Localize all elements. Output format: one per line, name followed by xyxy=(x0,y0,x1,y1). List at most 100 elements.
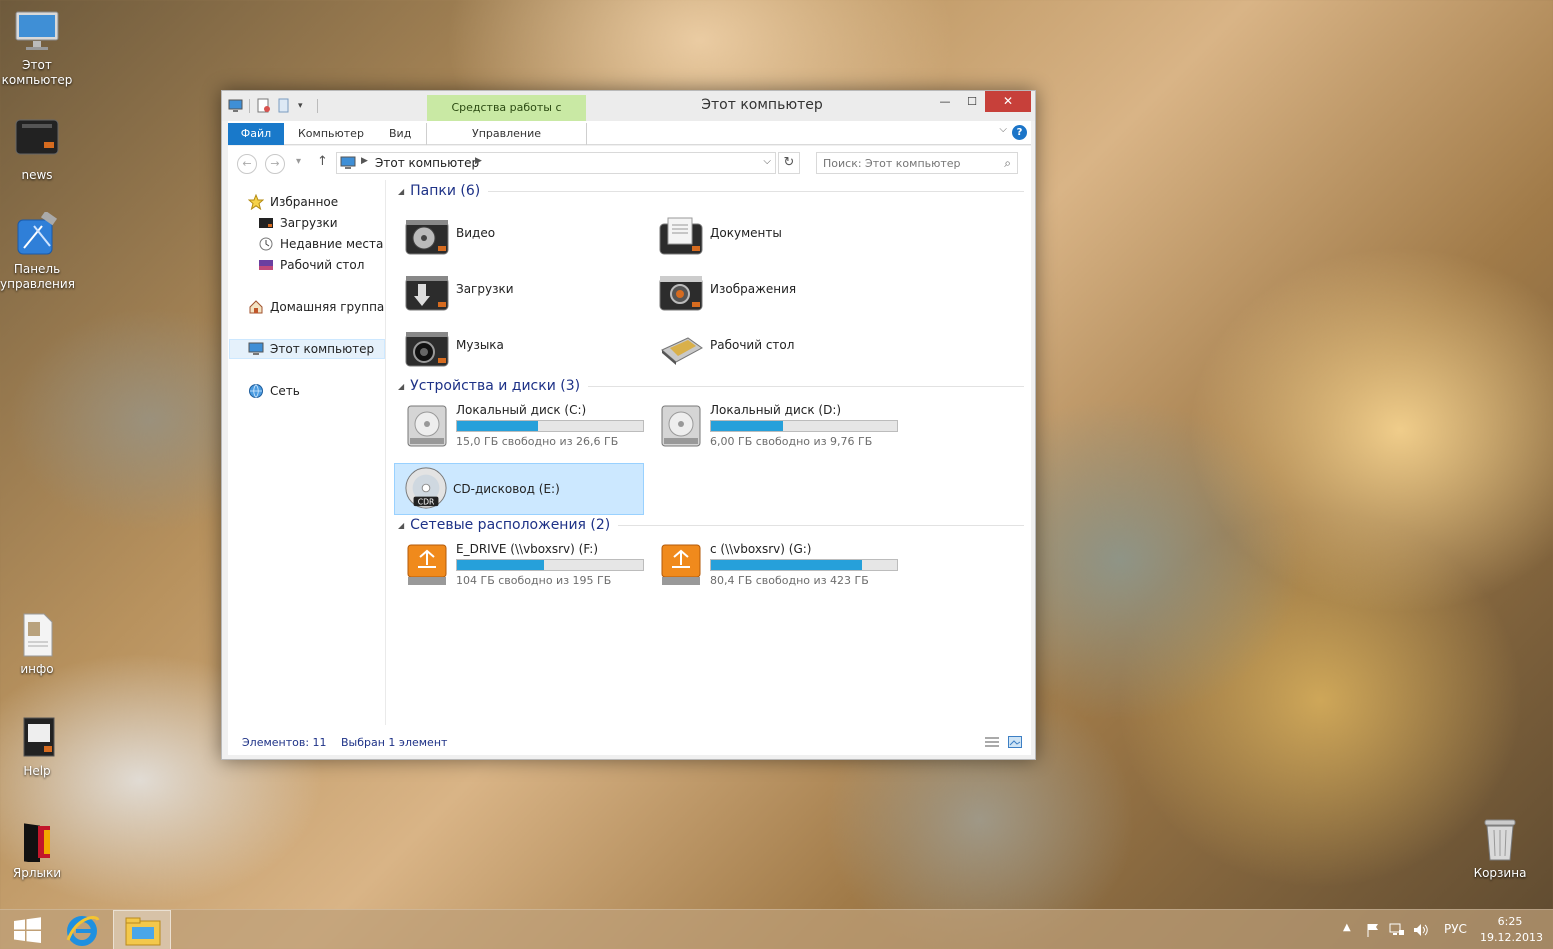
content-area: Избранное Загрузки Недавние места Рабочи… xyxy=(228,180,1031,755)
network-drive-tile-f[interactable]: E_DRIVE (\\vboxsrv) (F:) 104 ГБ свободно… xyxy=(398,539,648,589)
group-title: Сетевые расположения (2) xyxy=(410,517,611,533)
folder-tile-music[interactable]: Музыка xyxy=(398,324,648,374)
desktop-icon-label: Корзина xyxy=(1473,866,1527,880)
details-view-icon[interactable] xyxy=(985,736,999,748)
sidebar-item-homegroup[interactable]: Домашняя группа xyxy=(248,297,384,317)
group-header-devices[interactable]: ◢ Устройства и диски (3) xyxy=(398,375,1024,397)
collapse-triangle-icon[interactable]: ◢ xyxy=(398,187,404,196)
desktop-icon-this-pc[interactable]: Этот компьютер xyxy=(0,8,74,88)
taskbar-internet-explorer[interactable] xyxy=(56,910,112,949)
back-button[interactable]: ← xyxy=(237,154,257,174)
large-icons-view-icon[interactable] xyxy=(1008,736,1022,748)
breadcrumb-this-pc[interactable]: Этот компьютер xyxy=(375,156,479,170)
tab-manage[interactable]: Управление xyxy=(426,123,587,145)
help-icon[interactable]: ? xyxy=(1012,125,1027,140)
volume-icon[interactable] xyxy=(1413,923,1429,937)
properties-icon[interactable] xyxy=(256,98,271,113)
drive-tile-d[interactable]: Локальный диск (D:) 6,00 ГБ свободно из … xyxy=(652,400,902,450)
clock-date: 19.12.2013 xyxy=(1480,931,1543,944)
cd-drive-icon: CDR xyxy=(405,467,447,509)
group-header-folders[interactable]: ◢ Папки (6) xyxy=(398,180,1024,202)
status-bar: Элементов: 11 Выбран 1 элемент xyxy=(228,732,1031,754)
folder-tile-documents[interactable]: Документы xyxy=(652,212,902,262)
desktop-icon-control-panel[interactable]: Панель управления xyxy=(0,210,75,292)
desktop-icon-news[interactable]: news xyxy=(0,118,74,183)
ribbon-tabs: Файл Компьютер Вид Управление ⌵ ? xyxy=(228,121,1031,145)
expand-ribbon-icon[interactable]: ⌵ xyxy=(999,124,1007,135)
folder-tile-desktop[interactable]: Рабочий стол xyxy=(652,324,902,374)
folder-name: Документы xyxy=(710,226,782,240)
sidebar-item-favorites[interactable]: Избранное xyxy=(248,192,338,212)
network-tray-icon[interactable] xyxy=(1389,923,1405,937)
search-input[interactable] xyxy=(823,153,993,173)
close-button[interactable]: ✕ xyxy=(985,91,1031,112)
hard-disk-icon xyxy=(661,405,701,447)
folder-tile-video[interactable]: Видео xyxy=(398,212,648,262)
tab-view[interactable]: Вид xyxy=(377,123,423,145)
group-header-network[interactable]: ◢ Сетевые расположения (2) xyxy=(398,514,1024,536)
collapse-triangle-icon[interactable]: ◢ xyxy=(398,521,404,530)
sidebar-item-label: Загрузки xyxy=(280,216,338,230)
sidebar-item-network[interactable]: Сеть xyxy=(248,381,300,401)
new-folder-icon[interactable] xyxy=(277,98,292,113)
show-hidden-icons-icon[interactable]: ▲ xyxy=(1343,922,1351,933)
folder-tile-pictures[interactable]: Изображения xyxy=(652,268,902,318)
start-button[interactable] xyxy=(0,910,56,949)
input-language-indicator[interactable]: РУС xyxy=(1444,922,1467,936)
address-dropdown-icon[interactable]: ⌵ xyxy=(763,156,771,167)
address-bar[interactable]: ▶ Этот компьютер ▶ ⌵ xyxy=(336,152,776,174)
title-bar[interactable]: ▾ Средства работы с дисками Этот компьют… xyxy=(222,91,1035,140)
refresh-button[interactable]: ↻ xyxy=(778,152,800,174)
sidebar-item-this-pc[interactable]: Этот компьютер xyxy=(229,339,385,359)
minimize-button[interactable]: — xyxy=(931,91,959,112)
search-icon[interactable]: ⌕ xyxy=(1004,156,1011,171)
taskbar-clock[interactable]: 6:25 19.12.2013 xyxy=(1480,914,1543,946)
desktop-icon-help[interactable]: Help xyxy=(0,714,74,779)
taskbar: ▲ РУС 6:25 19.12.2013 xyxy=(0,909,1553,949)
breadcrumb-chevron-icon[interactable]: ▶ xyxy=(475,156,482,166)
sidebar-item-recent-places[interactable]: Недавние места xyxy=(258,234,383,254)
tab-computer[interactable]: Компьютер xyxy=(286,123,376,145)
search-box[interactable]: ⌕ xyxy=(816,152,1018,174)
drive-tile-e[interactable]: CDR CD-дисковод (E:) xyxy=(394,463,644,515)
desktop-icon-shortcuts[interactable]: Ярлыки xyxy=(0,816,74,881)
sidebar-item-label: Этот компьютер xyxy=(270,342,375,356)
desktop-folder-icon xyxy=(661,337,703,365)
folder-icon xyxy=(125,917,161,946)
items-view: ◢ Папки (6) Видео Документы Загрузки Изо… xyxy=(394,180,1028,725)
clock-icon xyxy=(259,237,273,251)
desktop-icon-info[interactable]: инфо xyxy=(0,612,74,677)
breadcrumb-chevron-icon[interactable]: ▶ xyxy=(361,156,368,166)
up-icon[interactable]: ↑ xyxy=(317,154,328,169)
sidebar-item-desktop[interactable]: Рабочий стол xyxy=(258,255,364,275)
maximize-button[interactable]: ☐ xyxy=(958,91,986,112)
folder-name: Изображения xyxy=(710,282,797,296)
drive-tile-c[interactable]: Локальный диск (C:) 15,0 ГБ свободно из … xyxy=(398,400,648,450)
drive-usage-fill xyxy=(457,560,544,570)
star-icon xyxy=(248,194,264,210)
group-divider xyxy=(588,385,1024,387)
drive-usage-fill xyxy=(457,421,539,431)
desktop-icon-recycle-bin[interactable]: Корзина xyxy=(1463,816,1537,881)
taskbar-file-explorer[interactable] xyxy=(113,910,171,949)
recycle-bin-icon xyxy=(1477,816,1523,862)
group-divider xyxy=(488,190,1024,192)
recent-locations-icon[interactable]: ▾ xyxy=(296,156,301,167)
folder-tile-downloads[interactable]: Загрузки xyxy=(398,268,648,318)
collapse-triangle-icon[interactable]: ◢ xyxy=(398,382,404,391)
drive-name: CD-дисковод (E:) xyxy=(453,482,560,496)
video-folder-icon xyxy=(405,220,449,255)
sidebar-item-label: Избранное xyxy=(270,195,339,209)
separator xyxy=(249,98,250,113)
sidebar-item-downloads[interactable]: Загрузки xyxy=(258,213,338,233)
group-divider xyxy=(618,524,1024,526)
folder-name: Музыка xyxy=(456,338,504,352)
clock-time: 6:25 xyxy=(1497,915,1523,928)
computer-icon xyxy=(228,99,243,112)
action-center-flag-icon[interactable] xyxy=(1366,923,1380,937)
forward-button[interactable]: → xyxy=(265,154,285,174)
tab-file[interactable]: Файл xyxy=(228,123,284,145)
customize-qat-icon[interactable]: ▾ xyxy=(298,101,303,111)
separator xyxy=(316,98,318,113)
network-drive-tile-g[interactable]: c (\\vboxsrv) (G:) 80,4 ГБ свободно из 4… xyxy=(652,539,902,589)
